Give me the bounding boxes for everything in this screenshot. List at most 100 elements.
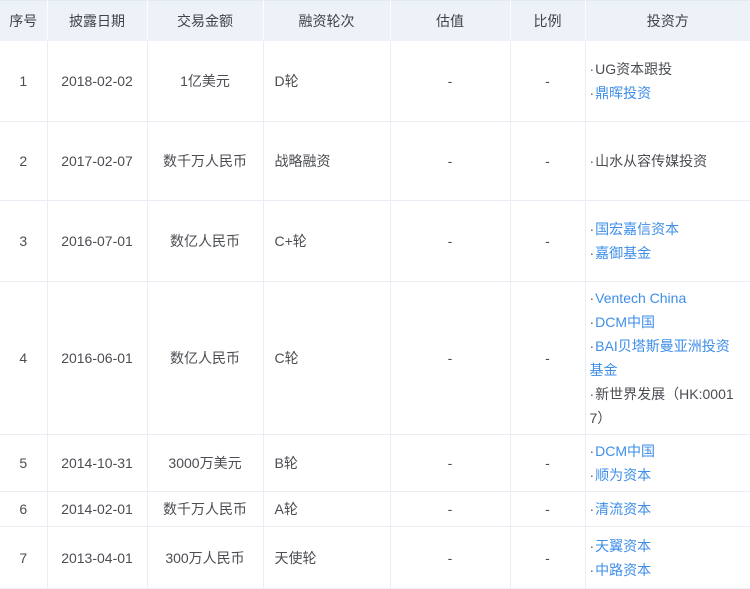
investor-item: ·嘉御基金 bbox=[590, 241, 743, 265]
deal-amount-cell: 1亿美元 bbox=[147, 40, 264, 122]
funding-rounds-table: 序号 披露日期 交易金额 融资轮次 估值 比例 投资方 1 2018-02-02 1亿美元 D轮 -… bbox=[0, 0, 750, 589]
funding-round-cell: 战略融资 bbox=[263, 121, 391, 201]
funding-round-cell: 天使轮 bbox=[263, 526, 391, 589]
investor-item: ·DCM中国 bbox=[590, 310, 743, 334]
investor-item: ·DCM中国 bbox=[590, 439, 743, 463]
investor-link[interactable]: 鼎晖投资 bbox=[595, 85, 651, 101]
ratio-cell: - bbox=[510, 200, 586, 282]
deal-amount-cell: 数亿人民币 bbox=[147, 281, 264, 435]
investor-name: 山水从容传媒投资 bbox=[595, 153, 708, 169]
column-header-amount: 交易金额 bbox=[147, 0, 264, 41]
disclosure-date-cell: 2013-04-01 bbox=[47, 526, 148, 589]
column-header-date: 披露日期 bbox=[47, 0, 148, 41]
investor-item: ·新世界发展（HK:00017） bbox=[590, 382, 743, 430]
bullet-icon: · bbox=[589, 245, 595, 261]
investor-item: ·天翼资本 bbox=[590, 534, 743, 558]
investors-cell: ·Ventech China ·DCM中国 ·BAI贝塔斯曼亚洲投资基金 ·新世界发展… bbox=[585, 281, 750, 435]
table-row: 6 2014-02-01 数千万人民币 A轮 - - ·清流资本 bbox=[0, 491, 750, 527]
valuation-cell: - bbox=[390, 200, 511, 282]
ratio-cell: - bbox=[510, 526, 586, 589]
investor-link[interactable]: Ventech China bbox=[595, 290, 686, 306]
investors-cell: ·DCM中国 ·顺为资本 bbox=[585, 434, 750, 492]
bullet-icon: · bbox=[589, 314, 595, 330]
bullet-icon: · bbox=[589, 290, 595, 306]
investor-item: ·鼎晖投资 bbox=[590, 81, 743, 105]
investor-item: ·清流资本 bbox=[590, 497, 743, 521]
ratio-cell: - bbox=[510, 281, 586, 435]
deal-amount-cell: 数千万人民币 bbox=[147, 491, 264, 527]
table-row: 7 2013-04-01 300万人民币 天使轮 - - ·天翼资本 ·中路资本 bbox=[0, 526, 750, 589]
funding-round-cell: B轮 bbox=[263, 434, 391, 492]
ratio-cell: - bbox=[510, 40, 586, 122]
funding-round-cell: C轮 bbox=[263, 281, 391, 435]
table-header: 序号 披露日期 交易金额 融资轮次 估值 比例 投资方 bbox=[0, 0, 750, 41]
bullet-icon: · bbox=[589, 61, 595, 77]
bullet-icon: · bbox=[589, 221, 595, 237]
funding-round-cell: D轮 bbox=[263, 40, 391, 122]
investor-link[interactable]: 中路资本 bbox=[595, 562, 651, 578]
column-header-round: 融资轮次 bbox=[263, 0, 391, 41]
investor-link[interactable]: BAI贝塔斯曼亚洲投资基金 bbox=[590, 338, 730, 378]
ratio-cell: - bbox=[510, 121, 586, 201]
row-index-cell: 4 bbox=[0, 281, 48, 435]
investor-link[interactable]: DCM中国 bbox=[595, 314, 655, 330]
investor-item: ·顺为资本 bbox=[590, 463, 743, 487]
deal-amount-cell: 数亿人民币 bbox=[147, 200, 264, 282]
deal-amount-cell: 300万人民币 bbox=[147, 526, 264, 589]
investor-item: ·BAI贝塔斯曼亚洲投资基金 bbox=[590, 334, 743, 382]
row-index-cell: 3 bbox=[0, 200, 48, 282]
header-row: 序号 披露日期 交易金额 融资轮次 估值 比例 投资方 bbox=[0, 0, 750, 41]
column-header-no: 序号 bbox=[0, 0, 48, 41]
table-row: 3 2016-07-01 数亿人民币 C+轮 - - ·国宏嘉信资本 ·嘉御基金 bbox=[0, 200, 750, 282]
column-header-valuation: 估值 bbox=[390, 0, 511, 41]
investor-item: ·UG资本跟投 bbox=[590, 57, 743, 81]
investor-link[interactable]: 国宏嘉信资本 bbox=[595, 221, 679, 237]
bullet-icon: · bbox=[589, 537, 595, 554]
disclosure-date-cell: 2014-02-01 bbox=[47, 491, 148, 527]
investor-link[interactable]: 清流资本 bbox=[595, 501, 651, 517]
table-row: 4 2016-06-01 数亿人民币 C轮 - - ·Ventech China ·DCM中国… bbox=[0, 281, 750, 435]
disclosure-date-cell: 2016-07-01 bbox=[47, 200, 148, 282]
table-row: 1 2018-02-02 1亿美元 D轮 - - ·UG资本跟投 ·鼎晖投资 bbox=[0, 40, 750, 122]
investors-cell: ·山水从容传媒投资 bbox=[585, 121, 750, 201]
bullet-icon: · bbox=[589, 153, 595, 169]
bullet-icon: · bbox=[589, 338, 595, 354]
disclosure-date-cell: 2016-06-01 bbox=[47, 281, 148, 435]
row-index-cell: 6 bbox=[0, 491, 48, 527]
investor-name: UG资本跟投 bbox=[595, 61, 673, 77]
disclosure-date-cell: 2014-10-31 bbox=[47, 434, 148, 492]
investor-link[interactable]: 天翼资本 bbox=[595, 538, 651, 554]
valuation-cell: - bbox=[390, 526, 511, 589]
valuation-cell: - bbox=[390, 40, 511, 122]
valuation-cell: - bbox=[390, 281, 511, 435]
bullet-icon: · bbox=[589, 561, 595, 578]
row-index-cell: 5 bbox=[0, 434, 48, 492]
bullet-icon: · bbox=[589, 85, 595, 101]
investor-link[interactable]: DCM中国 bbox=[595, 443, 655, 459]
row-index-cell: 2 bbox=[0, 121, 48, 201]
table-body: 1 2018-02-02 1亿美元 D轮 - - ·UG资本跟投 ·鼎晖投资 2 2017-02-… bbox=[0, 40, 750, 589]
investors-cell: ·国宏嘉信资本 ·嘉御基金 bbox=[585, 200, 750, 282]
funding-round-cell: A轮 bbox=[263, 491, 391, 527]
bullet-icon: · bbox=[589, 386, 595, 402]
disclosure-date-cell: 2017-02-07 bbox=[47, 121, 148, 201]
funding-round-cell: C+轮 bbox=[263, 200, 391, 282]
investors-cell: ·清流资本 bbox=[585, 491, 750, 527]
valuation-cell: - bbox=[390, 434, 511, 492]
valuation-cell: - bbox=[390, 121, 511, 201]
investor-link[interactable]: 顺为资本 bbox=[595, 467, 651, 483]
deal-amount-cell: 3000万美元 bbox=[147, 434, 264, 492]
investors-cell: ·UG资本跟投 ·鼎晖投资 bbox=[585, 40, 750, 122]
disclosure-date-cell: 2018-02-02 bbox=[47, 40, 148, 122]
investor-link[interactable]: 嘉御基金 bbox=[595, 245, 651, 261]
row-index-cell: 7 bbox=[0, 526, 48, 589]
table-row: 5 2014-10-31 3000万美元 B轮 - - ·DCM中国 ·顺为资本 bbox=[0, 434, 750, 492]
table-row: 2 2017-02-07 数千万人民币 战略融资 - - ·山水从容传媒投资 bbox=[0, 121, 750, 201]
investor-item: ·中路资本 bbox=[590, 558, 743, 582]
investors-cell: ·天翼资本 ·中路资本 bbox=[585, 526, 750, 589]
investor-item: ·国宏嘉信资本 bbox=[590, 217, 743, 241]
column-header-investors: 投资方 bbox=[585, 0, 750, 41]
ratio-cell: - bbox=[510, 491, 586, 527]
valuation-cell: - bbox=[390, 491, 511, 527]
investor-item: ·山水从容传媒投资 bbox=[590, 149, 743, 173]
